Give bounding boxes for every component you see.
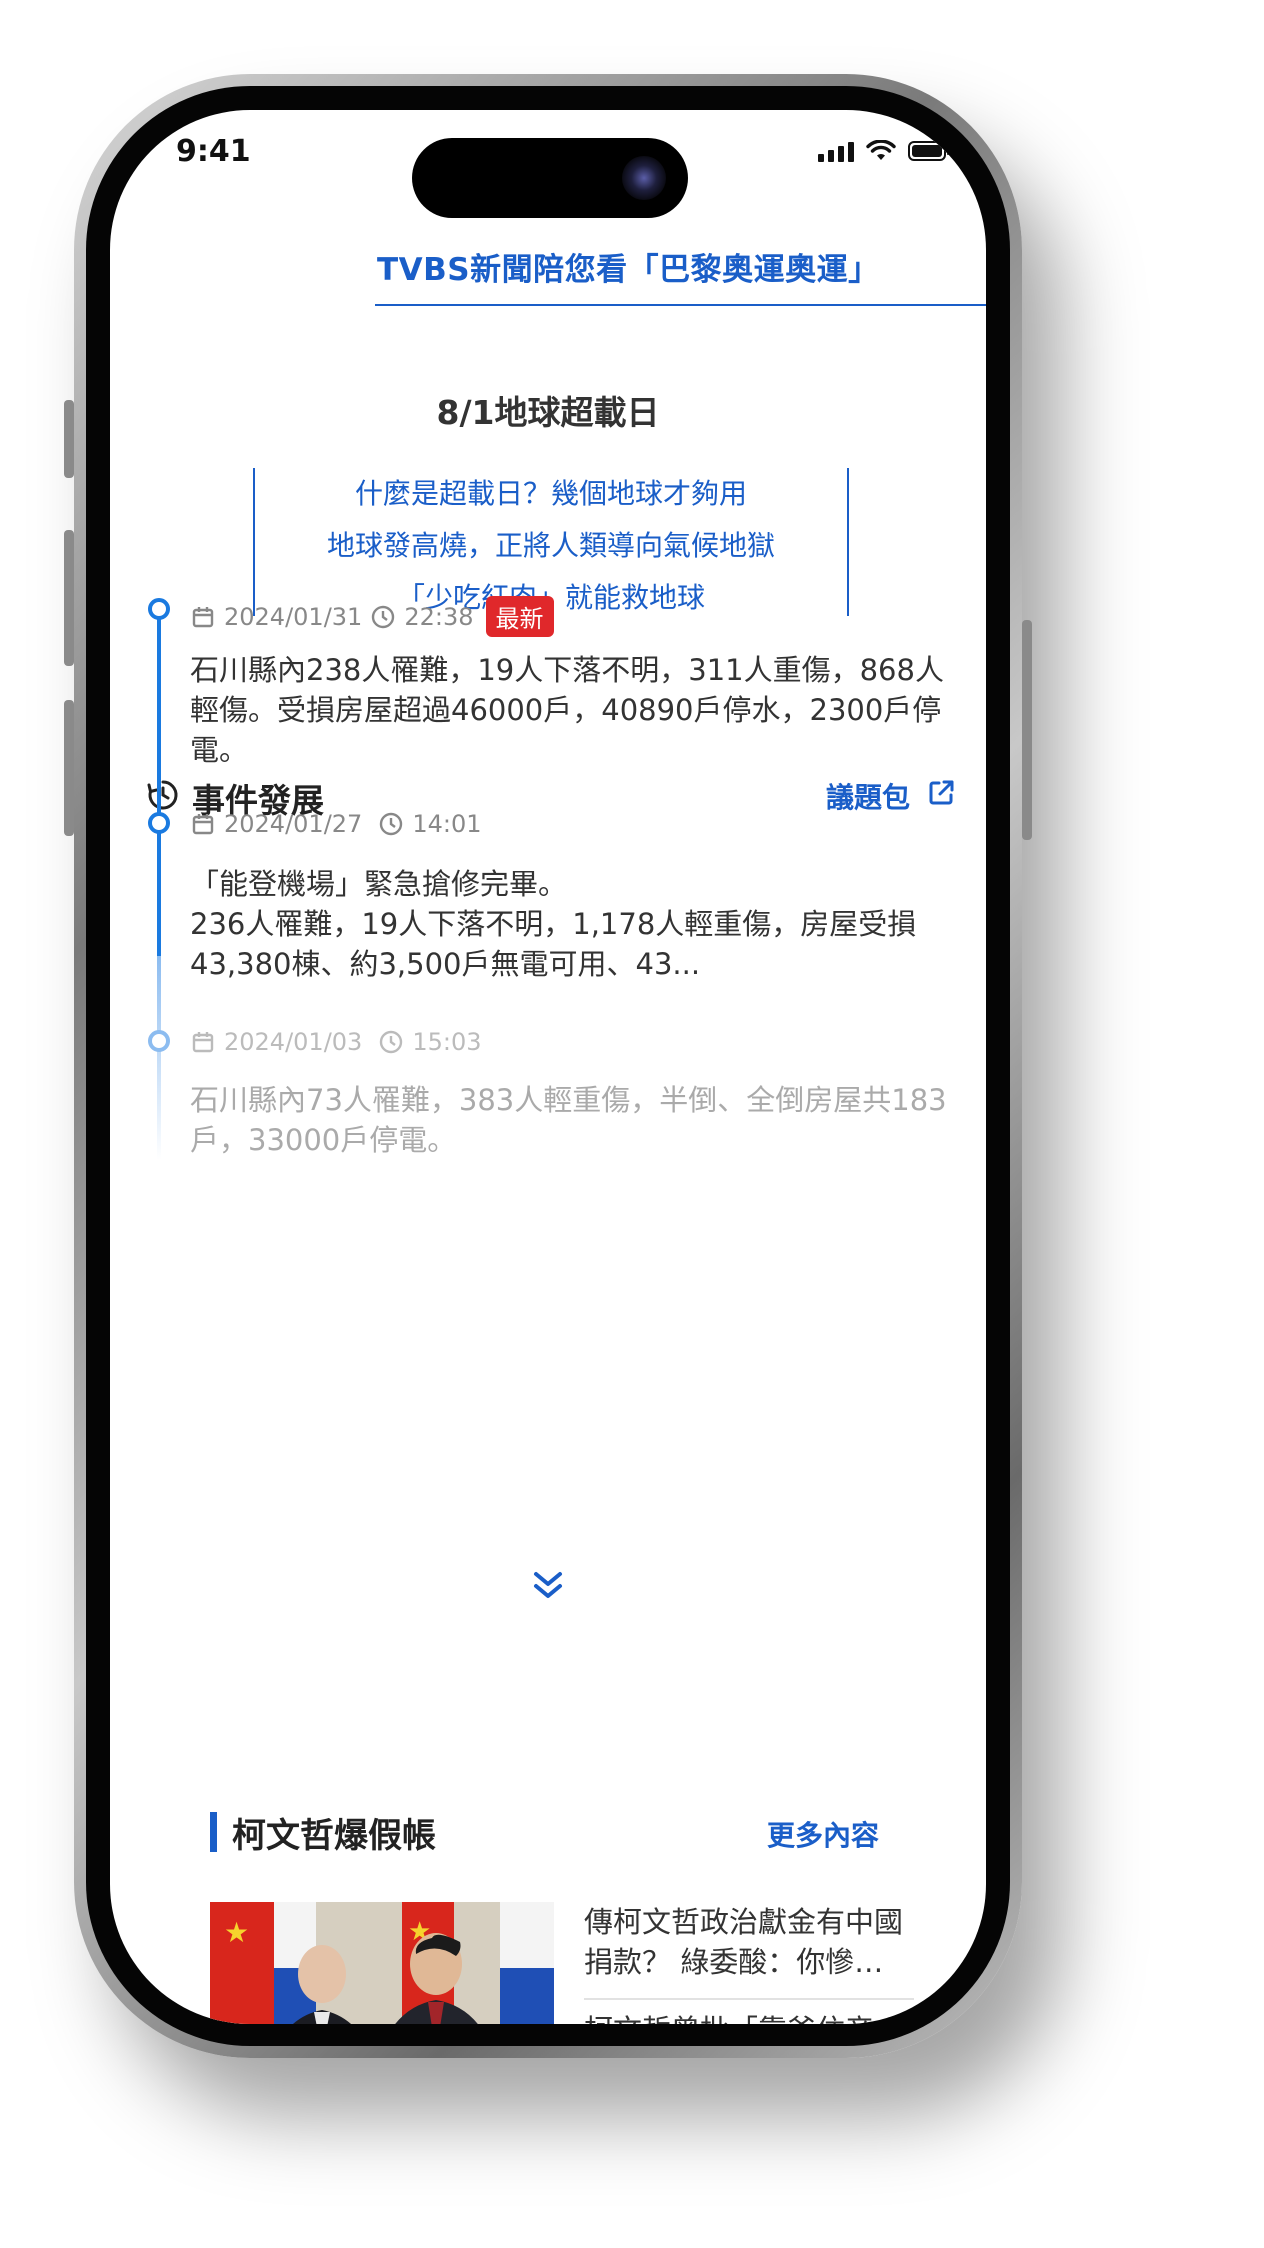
cellular-signal-icon <box>818 140 854 162</box>
event-time: 22:38 <box>404 602 474 631</box>
battery-icon <box>908 141 950 161</box>
more-content-link[interactable]: 更多內容 <box>767 1814 879 1854</box>
event-text[interactable]: 石川縣內238人罹難，19人下落不明，311人重傷，868人輕傷。受損房屋超過4… <box>190 650 950 770</box>
news-item-title[interactable]: 傳柯文哲政治獻金有中國捐款？ 綠委酸：你慘… <box>584 1902 914 1982</box>
event-date: 2024/01/03 <box>224 1028 363 1056</box>
calendar-icon <box>192 814 214 835</box>
section-title: 柯文哲爆假帳 <box>232 1816 436 1856</box>
timeline-dot <box>148 1030 170 1052</box>
section-accent-bar <box>210 1812 217 1852</box>
event-time: 15:03 <box>412 1028 482 1056</box>
event-meta: 2024/01/03 15:03 <box>190 1028 482 1056</box>
event-text-line: 「能登機場」緊急搶修完畢。 <box>190 867 568 901</box>
olympics-promo-link[interactable]: TVBS新聞陪您看「巴黎奧運奧運」 <box>377 244 880 289</box>
latest-badge: 最新 <box>485 596 554 637</box>
svg-text:★: ★ <box>224 1916 249 1949</box>
dynamic-island <box>412 138 688 218</box>
promo-underline <box>375 304 986 306</box>
expand-chevrons-icon[interactable] <box>522 1560 574 1612</box>
event-meta: 2024/01/31 22:38 最新 <box>190 596 554 637</box>
event-text[interactable]: 「能登機場」緊急搶修完畢。 236人罹難，19人下落不明，1,178人輕重傷，房… <box>190 864 950 984</box>
volume-up-button <box>64 530 74 666</box>
mute-switch <box>64 400 74 478</box>
news-photo[interactable]: ★ ★ <box>210 1902 554 2024</box>
phone-screen: 9:41 TVBS新聞陪您看「巴黎奧運奧運」 8/1地球超載日 什麼是超載日？幾… <box>110 110 986 2024</box>
timeline-dot <box>148 598 170 620</box>
calendar-icon <box>192 1032 214 1053</box>
status-icons <box>818 140 950 162</box>
external-link-icon[interactable] <box>926 778 956 808</box>
clock-icon <box>380 1030 403 1054</box>
camera-icon <box>622 156 666 200</box>
power-button <box>1022 620 1032 840</box>
overload-link-1[interactable]: 什麼是超載日？幾個地球才夠用 <box>255 468 847 520</box>
timeline-dot <box>148 812 170 834</box>
history-clock-icon <box>147 780 178 810</box>
event-text-line: 236人罹難，19人下落不明，1,178人輕重傷，房屋受損43,380棟、約3,… <box>190 907 917 981</box>
event-date: 2024/01/31 <box>224 602 363 631</box>
news-item-title[interactable]: 柯文哲曾批「靠爸住帝 <box>584 2010 914 2024</box>
calendar-icon <box>192 606 214 627</box>
event-time: 14:01 <box>412 810 482 838</box>
timeline-line <box>157 616 161 956</box>
news-divider <box>584 1998 914 2000</box>
wifi-icon <box>866 140 896 160</box>
timeline-line-fade <box>157 956 161 1160</box>
event-text[interactable]: 石川縣內73人罹難，383人輕重傷，半倒、全倒房屋共183戶，33000戶停電。 <box>190 1080 950 1160</box>
volume-down-button <box>64 700 74 836</box>
clock-icon <box>372 605 395 628</box>
status-time: 9:41 <box>176 134 251 169</box>
overload-link-2[interactable]: 地球發高燒，正將人類導向氣候地獄 <box>255 520 847 572</box>
event-date: 2024/01/27 <box>224 810 363 838</box>
overload-day-title: 8/1地球超載日 <box>436 393 660 432</box>
issue-pack-link[interactable]: 議題包 <box>826 776 910 816</box>
event-meta: 2024/01/27 14:01 <box>190 810 482 838</box>
news-photo-illustration: ★ ★ <box>210 1902 554 2024</box>
overload-links-box: 什麼是超載日？幾個地球才夠用 地球發高燒，正將人類導向氣候地獄 「少吃紅肉」就能… <box>253 468 849 616</box>
clock-icon <box>380 812 403 836</box>
